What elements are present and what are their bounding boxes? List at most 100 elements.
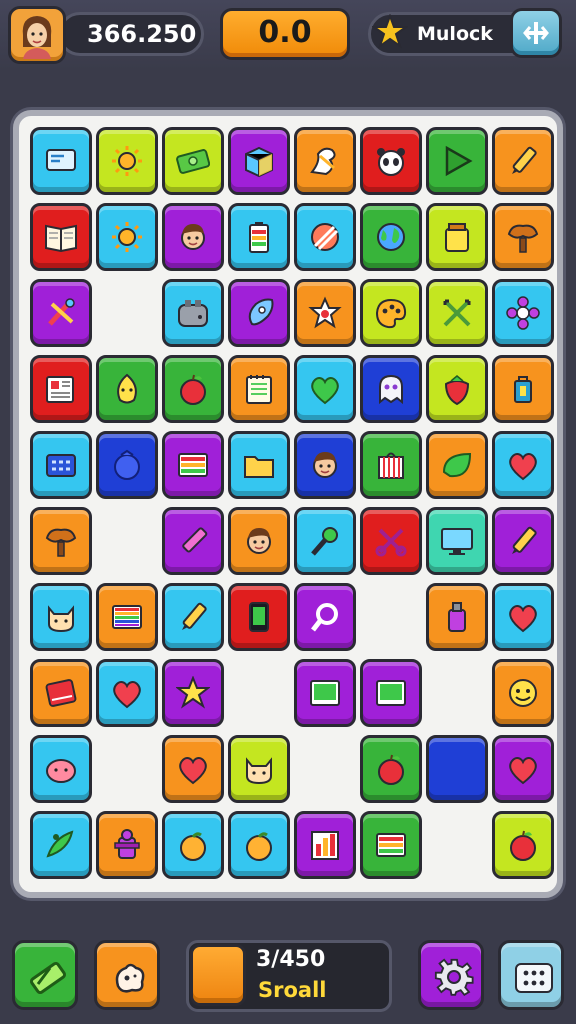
tile[interactable] [492,127,554,195]
tile[interactable] [360,431,422,499]
tile[interactable] [228,507,290,575]
tile[interactable] [426,279,488,347]
tile[interactable] [228,279,290,347]
scissors-icon [375,528,407,557]
eraser-button[interactable] [12,940,78,1010]
sun-icon [112,222,142,252]
tile[interactable] [30,583,92,651]
tile[interactable] [360,203,422,271]
tile[interactable] [360,659,422,727]
striped-ball-icon [311,223,339,251]
tile[interactable] [492,431,554,499]
tile[interactable] [162,507,224,575]
tile[interactable] [30,735,92,803]
tile[interactable] [162,659,224,727]
tile[interactable] [228,127,290,195]
tile[interactable] [294,583,356,651]
tile[interactable] [360,127,422,195]
tile[interactable] [294,659,356,727]
tile[interactable] [30,203,92,271]
tile[interactable] [492,811,554,879]
magnifier-icon [311,603,338,632]
tile[interactable] [426,735,488,803]
tile[interactable] [228,355,290,423]
rainbow-stripes-icon [112,605,142,629]
player-avatar[interactable] [8,6,66,64]
tile[interactable] [228,811,290,879]
menu-button[interactable] [498,940,564,1010]
tile[interactable] [360,279,422,347]
tile[interactable] [96,203,158,271]
heart-icon [509,757,537,785]
eraser-icon [29,961,67,995]
tile[interactable] [492,203,554,271]
tile[interactable] [96,583,158,651]
tile[interactable] [96,355,158,423]
tile[interactable] [162,203,224,271]
tile[interactable] [96,811,158,879]
tile[interactable] [360,355,422,423]
tile[interactable] [426,507,488,575]
tile[interactable] [228,583,290,651]
heart-icon [179,757,207,785]
tile[interactable] [30,431,92,499]
progress-label: Sroall [258,978,327,1002]
tile[interactable] [294,431,356,499]
phone-icon [249,602,269,632]
tile[interactable] [492,507,554,575]
unlock-label: Mulock [417,23,493,45]
tile[interactable] [30,127,92,195]
tile[interactable] [294,127,356,195]
hint-button[interactable] [94,940,160,1010]
tile[interactable] [360,735,422,803]
tile[interactable] [162,583,224,651]
paw-leaf-icon [46,830,74,858]
score-value: 366.250 [87,20,197,48]
tile[interactable] [30,659,92,727]
gear-icon [434,958,474,997]
tile[interactable] [30,811,92,879]
tile[interactable] [162,811,224,879]
tile[interactable] [426,355,488,423]
tile[interactable] [426,127,488,195]
boy-face-icon [247,528,271,554]
tile[interactable] [360,507,422,575]
tile[interactable] [492,355,554,423]
tile[interactable] [294,811,356,879]
tile[interactable] [294,507,356,575]
round-creature-icon [114,449,140,480]
tile[interactable] [30,507,92,575]
unlock-button[interactable] [510,8,562,58]
bar-chart-icon [311,831,339,860]
tile[interactable] [162,279,224,347]
tile[interactable] [228,735,290,803]
tile[interactable] [30,279,92,347]
rocket-icon [248,298,274,326]
tile[interactable] [228,203,290,271]
toaster-icon [178,300,208,327]
smiley-icon [509,679,537,707]
tile[interactable] [492,279,554,347]
tile[interactable] [30,355,92,423]
tile[interactable] [360,811,422,879]
tile[interactable] [228,431,290,499]
tile[interactable] [294,355,356,423]
green-heart-icon [311,377,339,405]
tile[interactable] [162,735,224,803]
tile[interactable] [294,203,356,271]
tile[interactable] [426,583,488,651]
tile[interactable] [492,583,554,651]
tile[interactable] [426,203,488,271]
tile[interactable] [492,735,554,803]
tile[interactable] [162,431,224,499]
tile[interactable] [426,431,488,499]
tile[interactable] [492,659,554,727]
tile[interactable] [96,659,158,727]
tile[interactable] [162,355,224,423]
settings-button[interactable] [418,940,484,1010]
tile[interactable] [162,127,224,195]
tile[interactable] [96,127,158,195]
tile[interactable] [294,279,356,347]
tile[interactable] [96,431,158,499]
fire-hydrant-icon [114,829,140,859]
